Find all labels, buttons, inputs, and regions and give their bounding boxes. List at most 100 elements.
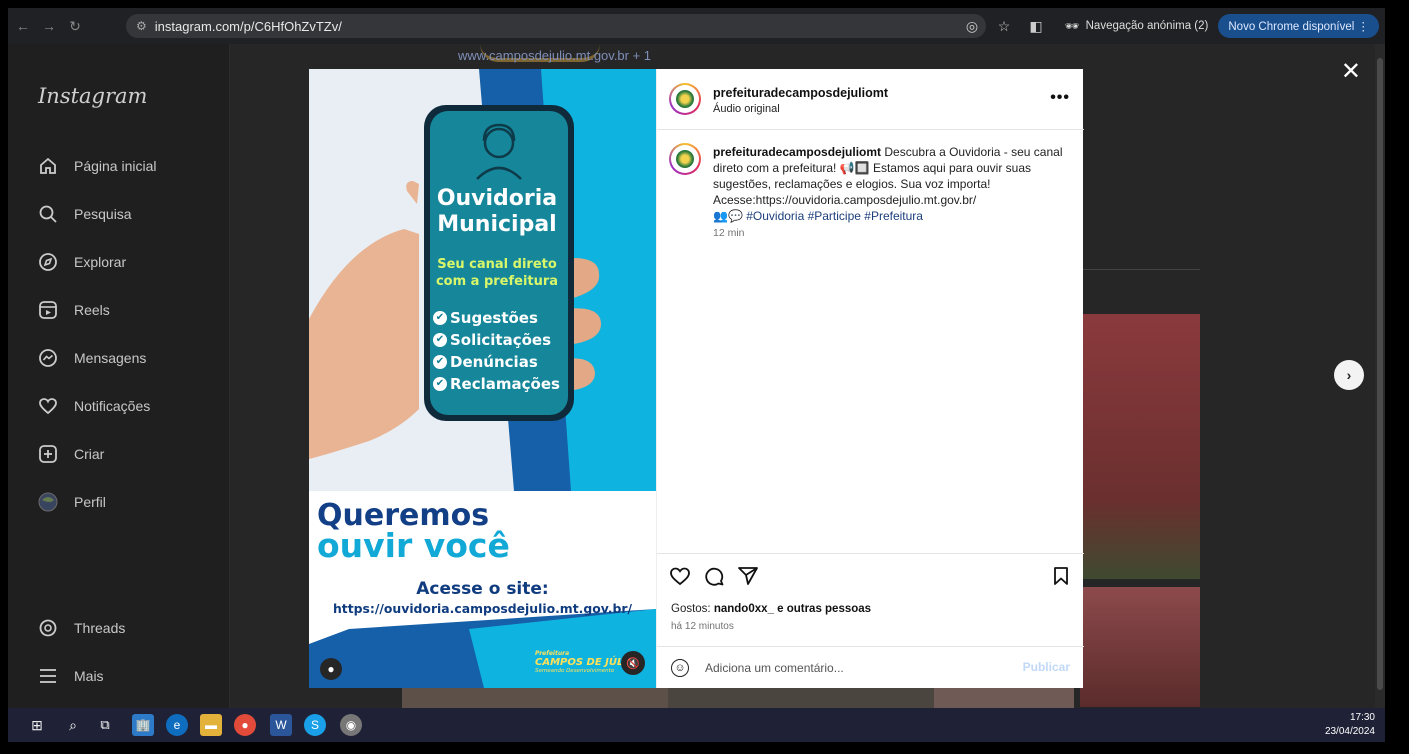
image-title-line: Municipal <box>437 212 557 237</box>
home-icon <box>38 156 58 176</box>
search-icon <box>38 204 58 224</box>
page-scrollbar[interactable] <box>1375 44 1385 708</box>
edge-icon[interactable]: e <box>166 714 188 736</box>
checklist-label: Reclamações <box>450 375 560 393</box>
sidebar-item-notifications[interactable]: Notificações <box>38 396 150 416</box>
like-heart-icon[interactable] <box>669 566 691 591</box>
logo-small-text: Prefeitura <box>535 650 570 657</box>
app-icon[interactable]: ◉ <box>340 714 362 736</box>
post-actions: Gostos: nando0xx_ e outras pessoas há 12… <box>657 553 1084 646</box>
sidebar-item-threads[interactable]: Threads <box>38 618 125 638</box>
background-link: www.camposdejulio.mt.gov.br + 1 <box>458 48 652 63</box>
sidebar-item-search[interactable]: Pesquisa <box>38 204 132 224</box>
word-icon[interactable]: W <box>270 714 292 736</box>
star-icon[interactable]: ☆ <box>993 18 1015 35</box>
logo-tagline: Semeando Desenvolvimento <box>535 668 615 674</box>
author-avatar[interactable] <box>669 83 701 115</box>
sidebar-item-label: Mensagens <box>74 350 147 366</box>
forward-icon[interactable]: → <box>38 18 60 34</box>
address-bar[interactable]: ⚙ instagram.com/p/C6HfOhZvTZv/ <box>126 14 986 38</box>
clock-date: 23/04/2024 <box>1324 726 1375 737</box>
emoji-icon[interactable]: ☺ <box>671 659 689 677</box>
scrollbar-thumb[interactable] <box>1377 58 1383 690</box>
caption-hashtags[interactable]: 👥💬 #Ouvidoria #Participe #Prefeitura <box>713 208 1063 224</box>
reload-icon[interactable]: ↻ <box>64 18 86 35</box>
checklist-item: ✔ Solicitações <box>433 329 560 351</box>
task-view-icon[interactable]: ⧉ <box>94 714 116 736</box>
sidebar-item-label: Reels <box>74 302 110 318</box>
post-caption: prefeituradecamposdejuliomt Descubra a O… <box>713 144 1063 224</box>
share-paperplane-icon[interactable] <box>737 566 759 591</box>
sidebar: Instagram Página inicial Pesquisa Explor… <box>8 44 230 708</box>
grid-photo <box>1080 587 1200 707</box>
likes-user[interactable]: nando0xx_ <box>714 603 774 615</box>
checklist-item: ✔ Sugestões <box>433 307 560 329</box>
image-cta: Acesse o site: <box>416 579 549 599</box>
checklist-label: Solicitações <box>450 331 552 349</box>
grid-photo <box>1080 314 1200 579</box>
tagged-user-icon[interactable]: ● <box>320 658 342 680</box>
url-text: instagram.com/p/C6HfOhZvTZv/ <box>154 18 342 34</box>
likes-prefix: Gostos: <box>671 603 714 615</box>
audio-label[interactable]: Áudio original <box>713 103 780 115</box>
post-image[interactable]: Ouvidoria Municipal Seu canal direto com… <box>309 69 656 688</box>
caption-username[interactable]: prefeituradecamposdejuliomt <box>713 145 881 159</box>
more-options-icon[interactable]: ••• <box>1050 89 1070 107</box>
post-modal: Ouvidoria Municipal Seu canal direto com… <box>309 69 1084 688</box>
image-site: https://ouvidoria.camposdejulio.mt.gov.b… <box>332 601 632 616</box>
search-icon[interactable]: ⌕ <box>62 714 84 736</box>
image-title-line: Ouvidoria <box>436 186 558 211</box>
chrome-icon[interactable]: ● <box>234 714 256 736</box>
checklist-item: ✔ Reclamações <box>433 373 560 395</box>
incognito-indicator[interactable]: 🕶 Navegação anónima (2) <box>1065 19 1208 33</box>
chevron-right-icon: › <box>1346 367 1352 383</box>
next-post-button[interactable]: › <box>1334 360 1364 390</box>
sidebar-item-label: Perfil <box>74 494 106 510</box>
sidebar-item-home[interactable]: Página inicial <box>38 156 157 176</box>
comment-bubble-icon[interactable] <box>703 566 725 591</box>
sidebar-item-label: Pesquisa <box>74 206 132 222</box>
sidebar-item-label: Mais <box>74 668 104 684</box>
check-icon: ✔ <box>433 377 447 391</box>
image-title: Ouvidoria Municipal <box>427 186 567 238</box>
plus-square-icon <box>38 444 58 464</box>
chrome-update-button[interactable]: Novo Chrome disponível ⋮ <box>1218 14 1379 38</box>
image-checklist: ✔ Sugestões ✔ Solicitações ✔ Denúncias ✔ Rec… <box>433 307 560 395</box>
close-icon[interactable]: ✕ <box>1341 60 1361 84</box>
likes-summary[interactable]: Gostos: nando0xx_ e outras pessoas <box>671 603 871 615</box>
side-panel-icon[interactable]: ◧ <box>1025 18 1047 35</box>
sidebar-item-profile[interactable]: Perfil <box>38 492 106 512</box>
incognito-icon: 🕶 <box>1065 21 1080 33</box>
clock[interactable]: 17:30 23/04/2024 <box>1325 711 1375 739</box>
comment-input[interactable] <box>705 658 1005 678</box>
publish-button[interactable]: Publicar <box>1023 660 1070 674</box>
reels-icon <box>38 300 58 320</box>
sidebar-item-explore[interactable]: Explorar <box>38 252 126 272</box>
image-subtitle: Seu canal direto com a prefeitura <box>429 256 565 290</box>
back-icon[interactable]: ← <box>12 18 34 34</box>
sidebar-item-more[interactable]: Mais <box>38 666 104 686</box>
save-bookmark-icon[interactable] <box>1052 566 1070 591</box>
mute-icon[interactable]: 🔇 <box>621 651 645 675</box>
likes-suffix: e outras pessoas <box>773 603 872 615</box>
profile-avatar-icon <box>38 492 58 512</box>
checklist-label: Denúncias <box>450 353 538 371</box>
post-details: prefeituradecamposdejuliomt Áudio origin… <box>656 69 1084 688</box>
skype-icon[interactable]: S <box>304 714 326 736</box>
eye-off-icon[interactable]: ◎ <box>961 18 983 35</box>
author-username[interactable]: prefeituradecamposdejuliomt <box>713 86 888 100</box>
post-age: há 12 minutos <box>671 621 734 632</box>
instagram-logo[interactable]: Instagram <box>38 84 147 108</box>
sidebar-item-create[interactable]: Criar <box>38 444 104 464</box>
image-subtitle-line: com a prefeitura <box>435 274 559 289</box>
sidebar-item-reels[interactable]: Reels <box>38 300 110 320</box>
comment-bar: ☺ Publicar <box>657 646 1084 688</box>
image-subtitle-line: Seu canal direto <box>437 257 557 272</box>
sidebar-item-messages[interactable]: Mensagens <box>38 348 146 368</box>
file-explorer-icon[interactable]: ▬ <box>200 714 222 736</box>
windows-start-icon[interactable]: ⊞ <box>26 714 48 736</box>
caption-avatar[interactable] <box>669 143 701 175</box>
app-icon[interactable]: 🏢 <box>132 714 154 736</box>
sidebar-item-label: Explorar <box>74 254 127 270</box>
site-settings-icon[interactable]: ⚙ <box>136 19 147 33</box>
